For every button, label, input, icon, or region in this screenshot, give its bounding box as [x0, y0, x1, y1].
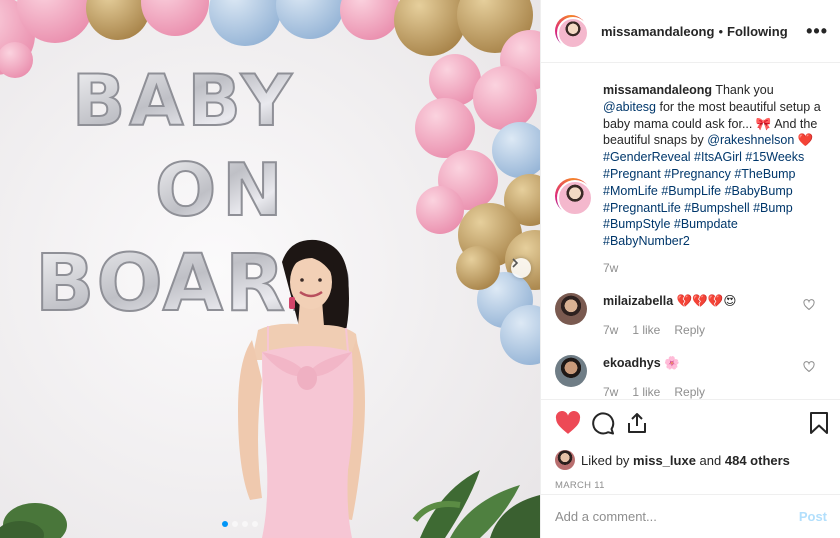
chevron-right-icon: [512, 258, 519, 268]
carousel-dot: [222, 521, 228, 527]
comment-like-heart-icon[interactable]: [803, 360, 815, 373]
bow-emoji: 🎀: [755, 116, 772, 131]
comment-avatar[interactable]: [555, 292, 587, 325]
post-header: missamandaleong • Following •••: [541, 0, 840, 63]
comment-username[interactable]: ekoadhys: [603, 356, 661, 370]
liked-by-prefix: Liked by: [581, 452, 630, 468]
caption-avatar[interactable]: [555, 178, 593, 216]
carousel-next-button[interactable]: [511, 258, 531, 278]
comments-list[interactable]: missamandaleong Thank you @abitesg for t…: [541, 64, 840, 399]
post-actions: Liked by miss_luxe and 484 others MARCH …: [541, 399, 840, 491]
caption-mention-abitesg[interactable]: @abitesg: [603, 100, 656, 114]
follow-status-button[interactable]: Following: [727, 24, 788, 39]
comment-item: ekoadhys 🌸 7w 1 like Reply: [555, 354, 825, 399]
author-username[interactable]: missamandaleong: [601, 24, 714, 39]
comment-text: 💔💔💔😍: [676, 293, 737, 308]
liker-avatar[interactable]: [555, 450, 575, 470]
post-photo[interactable]: BABY ON BOARD: [0, 0, 540, 538]
post-caption: missamandaleong Thank you @abitesg for t…: [555, 82, 825, 277]
comment-item: milaizabella 💔💔💔😍 7w 1 like Reply: [555, 292, 825, 339]
comment-text: 🌸: [664, 355, 680, 370]
instagram-post: BABY ON BOARD missamandaleong • Followin…: [0, 0, 840, 538]
comment-time[interactable]: 7w: [603, 322, 618, 339]
post-date[interactable]: MARCH 11: [555, 480, 829, 491]
save-bookmark-icon[interactable]: [809, 411, 829, 435]
likes-count-link[interactable]: 484 others: [725, 453, 790, 468]
comment-likes[interactable]: 1 like: [632, 384, 660, 399]
svg-text:ON: ON: [155, 148, 288, 232]
author-avatar[interactable]: [555, 15, 589, 49]
carousel-dots: [222, 521, 258, 527]
comment-likes[interactable]: 1 like: [632, 322, 660, 339]
comment-time[interactable]: 7w: [603, 384, 618, 399]
caption-mention-rakeshnelson[interactable]: @rakeshnelson: [707, 133, 794, 147]
comment-avatar[interactable]: [555, 354, 587, 387]
caption-hashtags[interactable]: #GenderReveal #ItsAGirl #15Weeks #Pregna…: [603, 150, 804, 248]
comment-reply-button[interactable]: Reply: [674, 384, 705, 399]
photo-illustration: BABY ON BOARD: [0, 0, 540, 538]
comment-username[interactable]: milaizabella: [603, 294, 673, 308]
more-options-button[interactable]: •••: [806, 21, 828, 42]
carousel-dot: [242, 521, 248, 527]
more-dots-icon: •••: [806, 20, 828, 41]
comment-bubble-icon[interactable]: [591, 411, 615, 435]
liked-by-summary: Liked by miss_luxe and 484 others: [555, 450, 829, 470]
header-separator: •: [718, 23, 723, 39]
caption-timestamp[interactable]: 7w: [603, 260, 825, 277]
liked-by-and: and: [699, 452, 722, 468]
post-side-panel: missamandaleong • Following ••• missaman…: [540, 0, 840, 538]
caption-text-1: Thank you: [712, 83, 774, 97]
heart-emoji: ❤️: [797, 133, 814, 148]
comment-input[interactable]: [555, 509, 799, 524]
like-heart-icon[interactable]: [555, 411, 581, 435]
add-comment-bar: Post: [541, 494, 840, 538]
caption-username[interactable]: missamandaleong: [603, 83, 712, 97]
liked-by-user[interactable]: miss_luxe: [633, 453, 696, 468]
post-comment-button[interactable]: Post: [799, 509, 827, 524]
carousel-dot: [232, 521, 238, 527]
carousel-dot: [252, 521, 258, 527]
svg-text:BABY: BABY: [72, 60, 296, 142]
comment-reply-button[interactable]: Reply: [674, 322, 705, 339]
share-icon[interactable]: [625, 411, 649, 435]
comment-like-heart-icon[interactable]: [803, 298, 815, 311]
